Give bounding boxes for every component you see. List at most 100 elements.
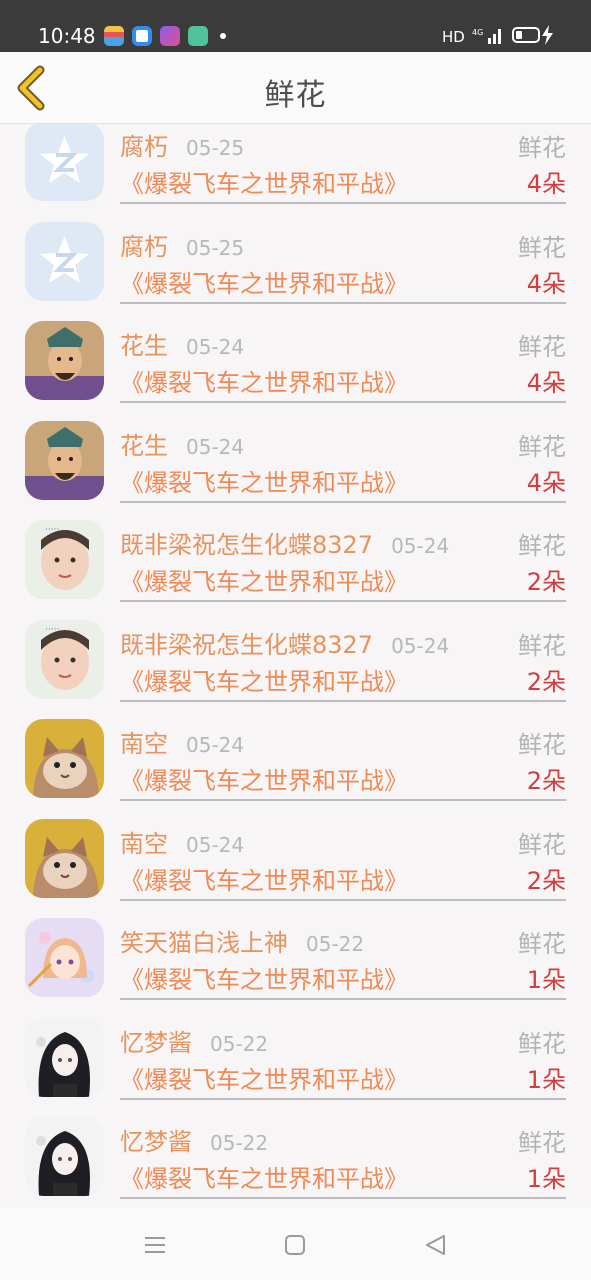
flower-count: 2朵: [526, 767, 566, 795]
list-item-body: 花生 05-24 鲜花 《爆裂飞车之世界和平战》 4朵: [120, 421, 566, 503]
dark-anime-avatar[interactable]: [25, 1017, 104, 1097]
girl-photo-avatar[interactable]: ·····: [25, 520, 104, 599]
gift-date: 05-25: [186, 235, 245, 260]
battery-icon: [512, 27, 540, 43]
book-title[interactable]: 《爆裂飞车之世界和平战》: [120, 264, 408, 299]
svg-text:·····: ·····: [45, 525, 59, 535]
chat-app-icon: [188, 26, 208, 46]
more-notifications-dot: [220, 33, 226, 39]
user-name-text: 笑天猫白浅上神: [120, 929, 288, 957]
book-title[interactable]: 《爆裂飞车之世界和平战》: [120, 662, 408, 697]
list-item[interactable]: 忆梦酱 05-22 鲜花 《爆裂飞车之世界和平战》 1朵: [0, 1117, 591, 1208]
user-name[interactable]: 花生 05-24: [120, 326, 244, 361]
status-time: 10:48: [38, 24, 96, 48]
book-title[interactable]: 《爆裂飞车之世界和平战》: [120, 1159, 408, 1194]
list-item[interactable]: 腐朽 05-25 鲜花 《爆裂飞车之世界和平战》 4朵: [0, 124, 591, 222]
warrior-avatar[interactable]: [25, 321, 104, 400]
list-item[interactable]: ····· 既非梁祝怎生化蝶8327 05-24 鲜花 《爆裂飞车之世界和平战》 …: [0, 520, 591, 620]
user-name[interactable]: 南空 05-24: [120, 724, 244, 759]
flower-count: 4朵: [526, 269, 566, 298]
user-name[interactable]: 腐朽 05-25: [120, 127, 244, 162]
gift-date: 05-24: [186, 832, 245, 857]
gift-date: 05-24: [186, 335, 245, 359]
page-title: 鲜花: [264, 78, 327, 113]
anime-girl-avatar[interactable]: [25, 918, 104, 997]
list-item-body: 笑天猫白浅上神 05-22 鲜花 《爆裂飞车之世界和平战》 1朵: [120, 918, 566, 1000]
list-item[interactable]: 花生 05-24 鲜花 《爆裂飞车之世界和平战》 4朵: [0, 321, 591, 421]
default-star-avatar[interactable]: [25, 124, 104, 201]
user-name-text: 忆梦酱: [120, 1028, 192, 1057]
gift-type: 鲜花: [518, 930, 566, 958]
app-header: 鲜花: [0, 52, 591, 124]
gift-date: 05-24: [186, 733, 245, 757]
user-name[interactable]: 花生 05-24: [120, 426, 244, 461]
flower-count: 1朵: [526, 1165, 566, 1193]
user-name[interactable]: 笑天猫白浅上神 05-22: [120, 923, 364, 958]
list-item[interactable]: 南空 05-24 鲜花 《爆裂飞车之世界和平战》 2朵: [0, 719, 591, 819]
user-name[interactable]: 既非梁祝怎生化蝶8327 05-24: [120, 525, 449, 560]
list-item-body: 南空 05-24 鲜花 《爆裂飞车之世界和平战》 2朵: [120, 719, 566, 801]
flower-count: 2朵: [526, 866, 566, 895]
user-name[interactable]: 腐朽 05-25: [120, 227, 244, 262]
user-name[interactable]: 既非梁祝怎生化蝶8327 05-24: [120, 625, 449, 660]
list-item[interactable]: 花生 05-24 鲜花 《爆裂飞车之世界和平战》 4朵: [0, 420, 591, 521]
flower-count: 4朵: [526, 170, 566, 198]
browser-app-icon: [132, 26, 152, 46]
flower-record-list[interactable]: 腐朽 05-25 鲜花 《爆裂飞车之世界和平战》 4朵 腐朽 05-25 鲜花 《爆…: [0, 124, 591, 1208]
back-triangle-icon[interactable]: [420, 1230, 450, 1260]
home-icon[interactable]: [280, 1230, 310, 1260]
status-bar: 10:48 HD 4G: [0, 0, 591, 52]
list-item-body: 南空 05-24 鲜花 《爆裂飞车之世界和平战》 2朵: [120, 819, 566, 901]
flower-count: 1朵: [526, 1065, 566, 1094]
list-item[interactable]: 南空 05-24 鲜花 《爆裂飞车之世界和平战》 2朵: [0, 818, 591, 919]
gift-type: 鲜花: [518, 631, 566, 660]
system-nav-bar: [0, 1208, 591, 1280]
user-name-text: 既非梁祝怎生化蝶8327: [120, 531, 374, 559]
gift-type: 鲜花: [518, 532, 566, 560]
gift-type: 鲜花: [518, 830, 566, 859]
flower-count: 2朵: [526, 667, 566, 696]
gift-type: 鲜花: [518, 731, 566, 759]
gift-date: 05-24: [391, 534, 450, 558]
list-item-body: 既非梁祝怎生化蝶8327 05-24 鲜花 《爆裂飞车之世界和平战》 2朵: [120, 620, 566, 702]
notification-icons: [104, 26, 226, 46]
cat-avatar[interactable]: [25, 818, 104, 898]
flower-count: 4朵: [526, 468, 566, 497]
user-name-text: 南空: [120, 829, 168, 858]
book-title[interactable]: 《爆裂飞车之世界和平战》: [120, 463, 408, 498]
gift-date: 05-22: [210, 1131, 269, 1155]
gift-type: 鲜花: [518, 134, 566, 162]
user-name[interactable]: 忆梦酱 05-22: [120, 1023, 268, 1058]
list-item[interactable]: 忆梦酱 05-22 鲜花 《爆裂飞车之世界和平战》 1朵: [0, 1017, 591, 1118]
user-name[interactable]: 南空 05-24: [120, 824, 244, 859]
list-item[interactable]: 笑天猫白浅上神 05-22 鲜花 《爆裂飞车之世界和平战》 1朵: [0, 918, 591, 1018]
dark-anime-avatar[interactable]: [25, 1117, 104, 1196]
gift-date: 05-25: [186, 136, 245, 160]
default-star-avatar[interactable]: [25, 221, 104, 301]
list-item[interactable]: 腐朽 05-25 鲜花 《爆裂飞车之世界和平战》 4朵: [0, 221, 591, 322]
user-name-text: 腐朽: [120, 232, 168, 261]
book-title[interactable]: 《爆裂飞车之世界和平战》: [120, 761, 408, 796]
book-title[interactable]: 《爆裂飞车之世界和平战》: [120, 363, 408, 398]
svg-text:·····: ·····: [45, 625, 59, 635]
signal-label: 4G: [472, 28, 483, 37]
list-item[interactable]: ····· 既非梁祝怎生化蝶8327 05-24 鲜花 《爆裂飞车之世界和平战》 …: [0, 619, 591, 720]
gift-date: 05-22: [306, 932, 365, 956]
book-title[interactable]: 《爆裂飞车之世界和平战》: [120, 861, 408, 896]
book-title[interactable]: 《爆裂飞车之世界和平战》: [120, 960, 408, 995]
book-title[interactable]: 《爆裂飞车之世界和平战》: [120, 562, 408, 597]
user-name[interactable]: 忆梦酱 05-22: [120, 1122, 268, 1157]
warrior-avatar[interactable]: [25, 420, 104, 500]
gift-type: 鲜花: [518, 233, 566, 262]
gift-type: 鲜花: [518, 333, 566, 361]
flower-count: 2朵: [526, 568, 566, 596]
user-name-text: 南空: [120, 730, 168, 758]
cat-avatar[interactable]: [25, 719, 104, 798]
book-title[interactable]: 《爆裂飞车之世界和平战》: [120, 164, 408, 199]
menu-icon[interactable]: [140, 1230, 170, 1260]
book-title[interactable]: 《爆裂飞车之世界和平战》: [120, 1060, 408, 1095]
gift-type: 鲜花: [518, 432, 566, 461]
hd-indicator: HD: [442, 28, 465, 46]
gift-date: 05-24: [391, 633, 450, 658]
girl-photo-avatar[interactable]: ·····: [25, 619, 104, 699]
